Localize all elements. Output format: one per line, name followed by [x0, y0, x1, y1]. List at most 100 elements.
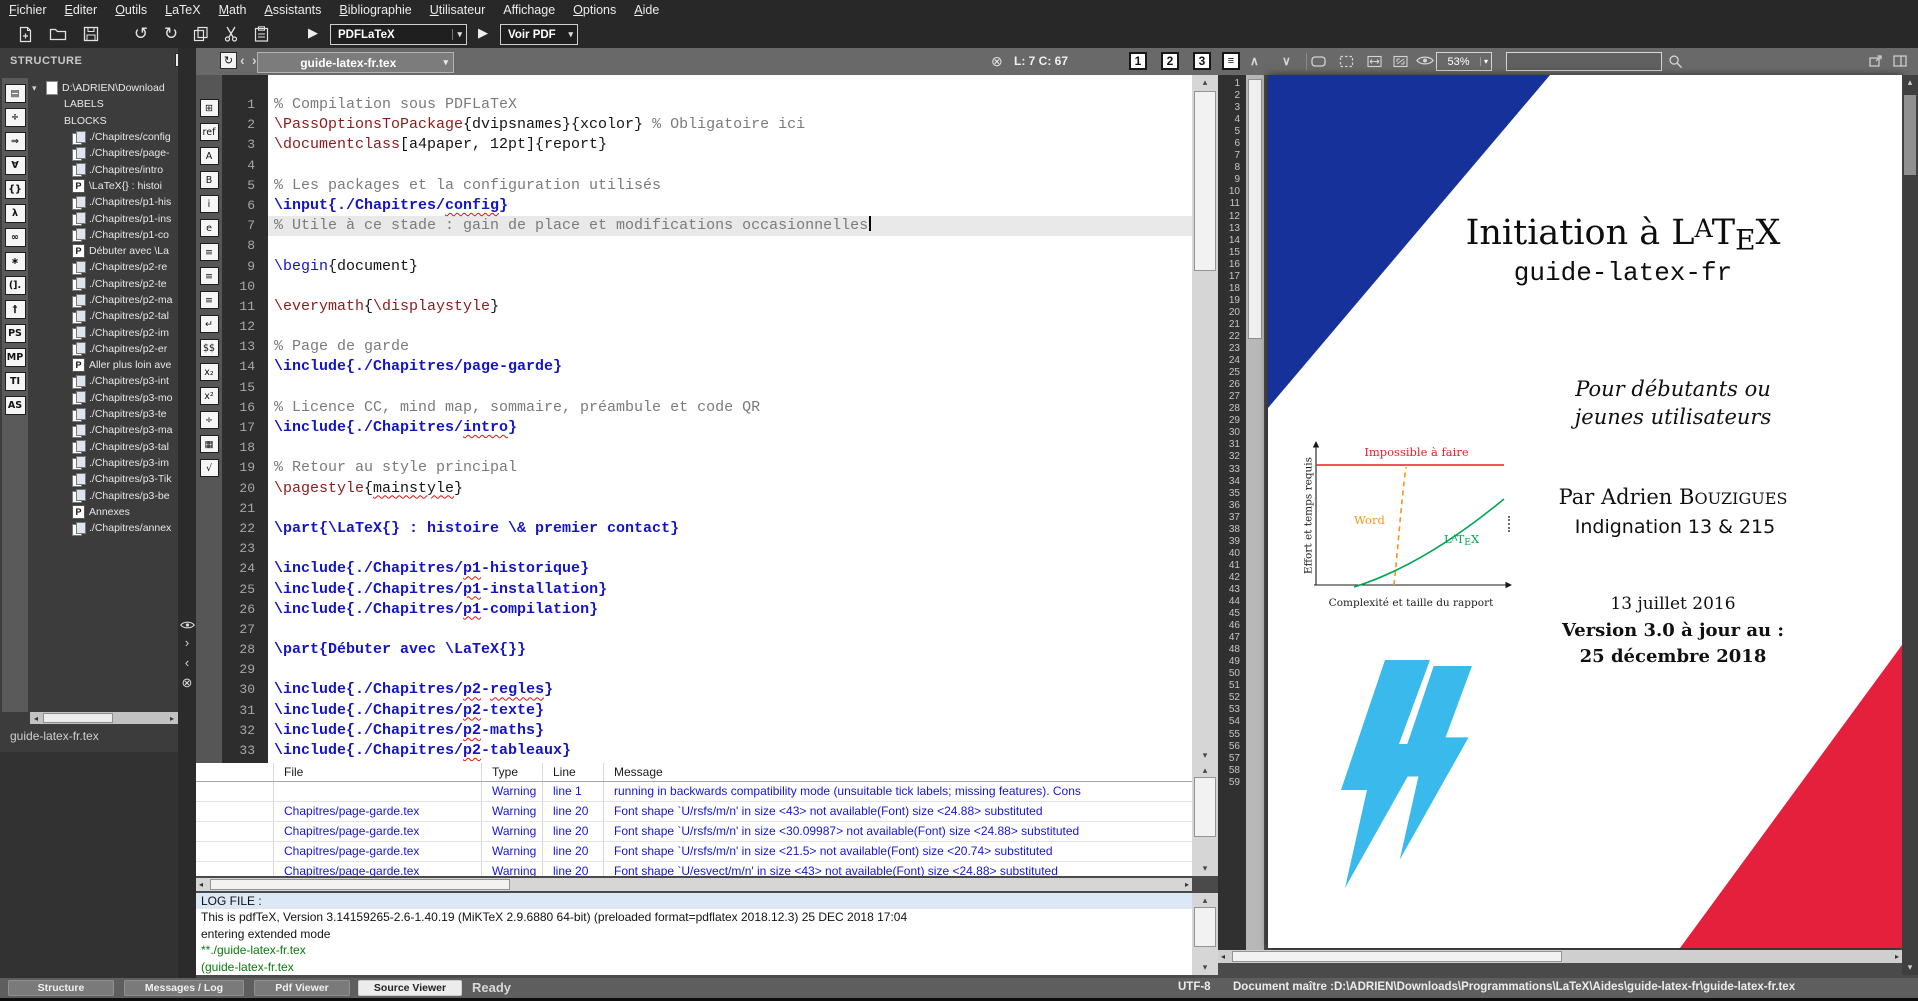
disclosure-triangle-icon[interactable]: ▾ — [32, 83, 42, 94]
description-icon[interactable]: ≡ — [200, 291, 219, 309]
tree-item-include[interactable]: ./Chapitres/p1-his — [32, 194, 178, 210]
misc-symbols-icon[interactable]: ∞ — [5, 228, 26, 247]
copy-icon[interactable] — [190, 24, 212, 44]
menu-utilisateur[interactable]: Utilisateur — [421, 3, 495, 17]
next-page-icon[interactable]: ∨ — [1282, 54, 1291, 68]
search-icon[interactable] — [1668, 54, 1683, 69]
emph-icon[interactable]: e — [200, 219, 219, 237]
special-symbols-icon[interactable]: ∗ — [5, 252, 26, 271]
continuous-view-button[interactable]: 3 — [1193, 52, 1211, 70]
menu-fichier[interactable]: Fichier — [0, 3, 56, 17]
scrollbar-thumb[interactable] — [1194, 91, 1216, 271]
tree-item-include[interactable]: ./Chapitres/p2-er — [32, 341, 178, 357]
new-block-icon[interactable]: ⊞ — [200, 99, 219, 117]
run-view-icon[interactable]: ▶ — [478, 25, 488, 41]
tree-item-include[interactable]: ./Chapitres/p2-ma — [32, 292, 178, 308]
tree-item-include[interactable]: ./Chapitres/p2-re — [32, 259, 178, 275]
toggle-messages-icon[interactable] — [180, 620, 195, 630]
previous-message-icon[interactable]: ‹ — [185, 656, 189, 670]
scroll-down-icon[interactable]: ▾ — [1192, 962, 1218, 973]
tree-item-include[interactable]: ./Chapitres/p3-ma — [32, 422, 178, 438]
previous-document-icon[interactable]: ‹ — [240, 52, 245, 68]
metapost-icon[interactable]: MP — [5, 348, 26, 367]
fit-width-icon[interactable] — [1366, 53, 1383, 70]
tree-item-include[interactable]: ./Chapitres/p3-im — [32, 455, 178, 471]
menu-editer[interactable]: Editer — [56, 3, 107, 17]
brackets-icon[interactable]: (]. — [5, 276, 26, 295]
sqrt-icon[interactable]: √ — [200, 459, 219, 477]
panel-tab-messages-log[interactable]: Messages / Log — [124, 980, 244, 996]
message-row[interactable]: Chapitres/page-garde.texWarningline 20Fo… — [196, 862, 1192, 876]
structure-hscrollbar[interactable]: ◂ ▸ — [30, 712, 178, 724]
paste-icon[interactable] — [250, 24, 272, 44]
editor-vscrollbar[interactable]: ▴ ▾ — [1192, 75, 1218, 763]
italic-icon[interactable]: i — [200, 195, 219, 213]
undo-icon[interactable]: ↺ — [130, 24, 152, 44]
asymptote-icon[interactable]: AS — [5, 396, 26, 415]
next-message-icon[interactable]: › — [185, 636, 189, 650]
presentation-view-button[interactable]: ≡ — [1222, 52, 1240, 70]
refresh-structure-icon[interactable]: ↻ — [220, 52, 237, 69]
scroll-up-icon[interactable]: ▴ — [1902, 77, 1918, 88]
open-file-icon[interactable] — [47, 24, 69, 44]
pdf-hscrollbar[interactable]: ◂ ▸ — [1218, 950, 1902, 963]
label-ref-icon[interactable]: ref — [200, 123, 219, 141]
tree-item-part[interactable]: P\LaTeX{} : histoi — [32, 178, 178, 194]
panel-tab-structure[interactable]: Structure — [8, 980, 114, 996]
tree-item-part[interactable]: PAller plus loin ave — [32, 357, 178, 373]
structure-list-icon[interactable]: ▤ — [5, 84, 26, 103]
menu-affichage[interactable]: Affichage — [494, 3, 564, 17]
tree-item-include[interactable]: ./Chapitres/intro — [32, 161, 178, 177]
arrow-symbols-icon[interactable]: ⇒ — [5, 132, 26, 151]
new-file-icon[interactable] — [14, 24, 36, 44]
scrollbar-thumb[interactable] — [1248, 79, 1262, 339]
cut-icon[interactable] — [220, 24, 242, 44]
messages-hscrollbar[interactable]: ◂ ▸ — [196, 878, 1192, 891]
save-icon[interactable] — [80, 24, 102, 44]
compile-selector[interactable]: PDFLaTeX▾ — [330, 24, 467, 45]
menu-assistants[interactable]: Assistants — [255, 3, 330, 17]
pdf-search-input[interactable] — [1507, 55, 1661, 72]
marquee-zoom-icon[interactable] — [1338, 53, 1355, 70]
menu-math[interactable]: Math — [210, 3, 256, 17]
pan-tool-icon[interactable] — [1310, 53, 1327, 70]
redo-icon[interactable]: ↻ — [160, 24, 182, 44]
log-vscrollbar[interactable]: ▴ ▾ — [1192, 893, 1218, 975]
view-selector[interactable]: Voir PDF▾ — [500, 24, 578, 45]
presentation-eye-icon[interactable] — [1416, 55, 1434, 66]
scrollbar-thumb[interactable] — [1194, 907, 1216, 947]
scroll-left-icon[interactable]: ◂ — [30, 714, 42, 723]
pdf-search-field[interactable] — [1506, 52, 1662, 71]
tree-item-include[interactable]: ./Chapitres/p2-te — [32, 276, 178, 292]
menu-options[interactable]: Options — [564, 3, 625, 17]
tree-item-include[interactable]: ./Chapitres/p2-tal — [32, 308, 178, 324]
itemize-icon[interactable]: ≡ — [200, 243, 219, 261]
close-messages-icon[interactable]: ⊗ — [182, 676, 193, 690]
tree-item-include[interactable]: ./Chapitres/p3-te — [32, 406, 178, 422]
tree-item-include[interactable]: ./Chapitres/p3-Tik — [32, 471, 178, 487]
scrollbar-thumb[interactable] — [1232, 951, 1562, 962]
scroll-right-icon[interactable]: ▸ — [166, 714, 178, 723]
scroll-up-icon[interactable]: ▴ — [1192, 77, 1218, 88]
tree-item-section[interactable]: LABELS — [32, 96, 178, 112]
panel-splitter[interactable] — [178, 48, 196, 978]
tree-item-include[interactable]: ./Chapitres/p3-tal — [32, 439, 178, 455]
newline-icon[interactable]: ↵ — [200, 315, 219, 333]
messages-vscrollbar[interactable]: ▴ ▾ — [1192, 763, 1218, 876]
code-editor[interactable]: % Compilation sous PDFLaTeX\PassOptionsT… — [268, 75, 1192, 763]
scroll-down-icon[interactable]: ▾ — [1192, 750, 1218, 761]
tree-item-include[interactable]: ./Chapitres/p3-be — [32, 487, 178, 503]
tree-item-part[interactable]: PAnnexes — [32, 504, 178, 520]
detach-pdf-viewer-icon[interactable] — [1868, 53, 1884, 69]
tikz-icon[interactable]: TI — [5, 372, 26, 391]
scrollbar-thumb[interactable] — [1904, 95, 1916, 175]
scroll-left-icon[interactable]: ◂ — [1221, 950, 1225, 963]
tree-item-include[interactable]: ./Chapitres/annex — [32, 520, 178, 536]
scroll-right-icon[interactable]: ▸ — [1185, 878, 1189, 891]
pdf-left-scrollbar[interactable] — [1246, 75, 1264, 950]
open-file-selector[interactable]: guide-latex-fr.tex▾ — [257, 52, 454, 73]
scrollbar-thumb[interactable] — [210, 879, 510, 890]
zoom-selector[interactable]: 53%▾ — [1436, 52, 1492, 71]
scroll-up-icon[interactable]: ▴ — [1192, 765, 1218, 776]
tree-item-include[interactable]: ./Chapitres/page- — [32, 145, 178, 161]
